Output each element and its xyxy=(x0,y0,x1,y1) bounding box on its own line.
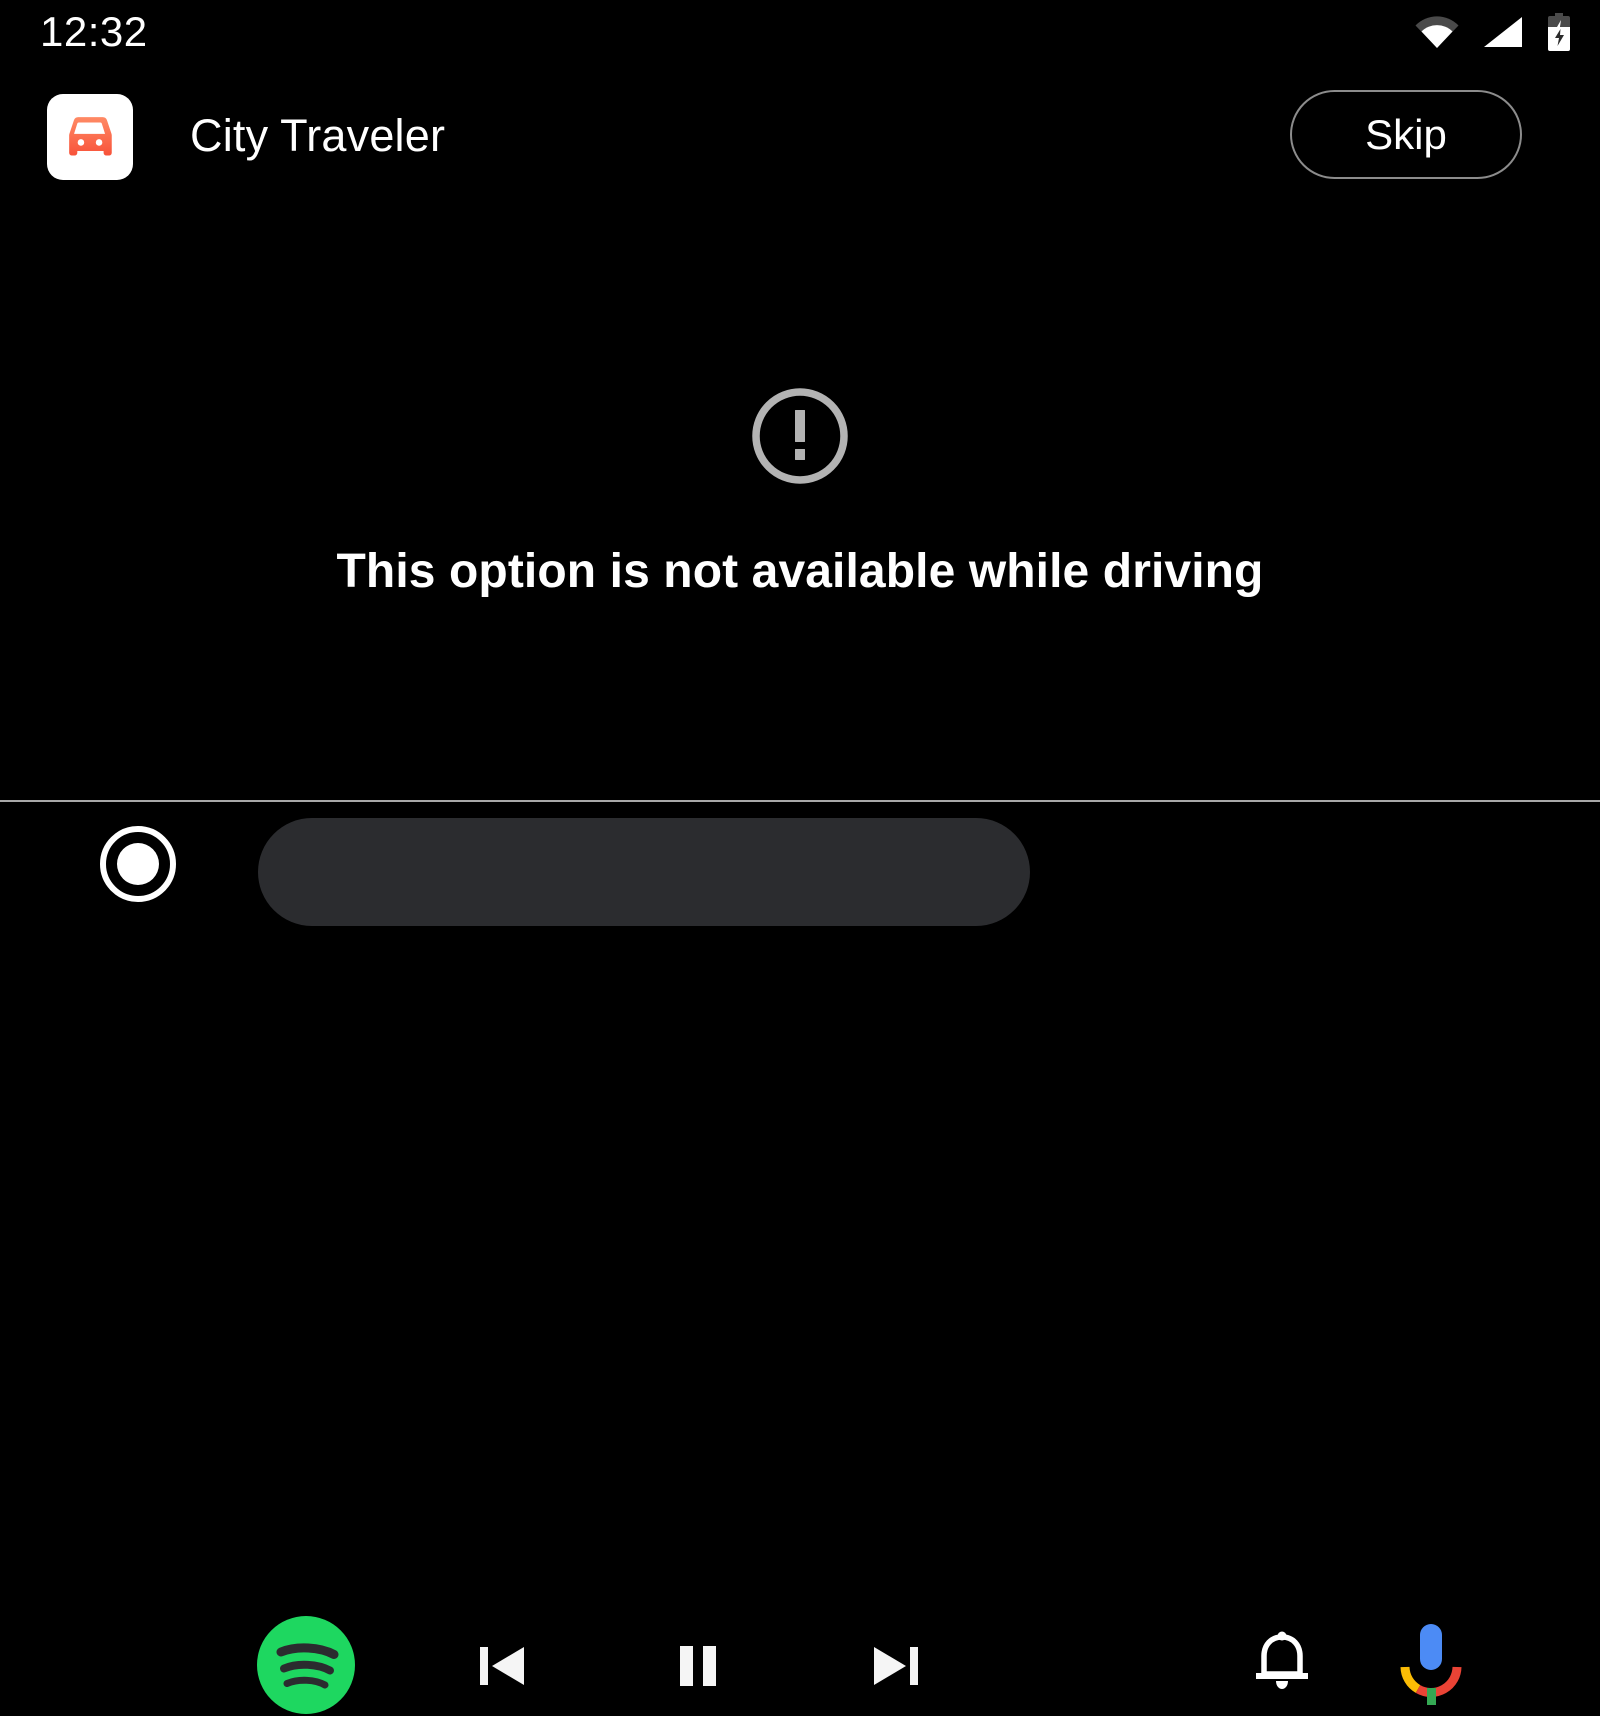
spotify-icon[interactable] xyxy=(255,1614,357,1716)
error-outline-icon xyxy=(750,386,850,544)
status-bar: 12:32 xyxy=(0,0,1600,64)
cellular-signal-icon xyxy=(1482,15,1524,49)
media-controls-pill xyxy=(258,818,1030,926)
content-area: This option is not available while drivi… xyxy=(0,184,1600,801)
app-header: City Traveler Skip xyxy=(0,88,1600,184)
google-assistant-mic-icon[interactable] xyxy=(1394,1620,1468,1708)
pause-button[interactable] xyxy=(656,1624,740,1708)
home-button[interactable] xyxy=(100,826,176,902)
battery-charging-icon xyxy=(1546,13,1572,51)
skip-button[interactable]: Skip xyxy=(1290,90,1522,179)
skip-previous-button[interactable] xyxy=(461,1624,545,1708)
nav-bar xyxy=(0,802,1600,1714)
driving-restriction-message: This option is not available while drivi… xyxy=(336,545,1264,598)
skip-next-button[interactable] xyxy=(853,1624,937,1708)
wifi-icon xyxy=(1414,15,1460,49)
app-title: City Traveler xyxy=(190,110,446,161)
status-icons-group xyxy=(1414,10,1572,54)
android-auto-screen: 12:32 City Traveler Skip This option is … xyxy=(0,0,1600,1714)
car-app-icon xyxy=(47,94,133,180)
notifications-bell-icon[interactable] xyxy=(1244,1624,1320,1700)
status-clock: 12:32 xyxy=(40,8,148,55)
